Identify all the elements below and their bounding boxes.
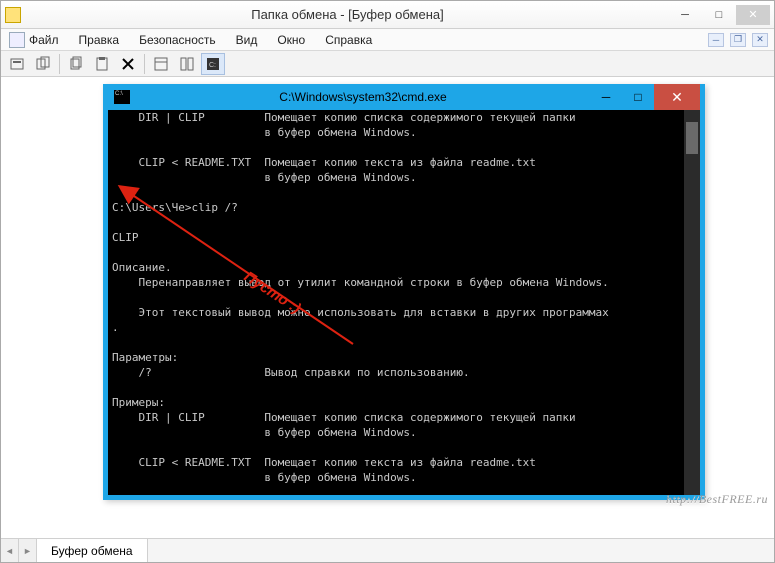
app-titlebar: Папка обмена - [Буфер обмена] ─ □ ✕ [1, 1, 774, 29]
minimize-button[interactable]: ─ [668, 5, 702, 25]
content-area: C:\Windows\system32\cmd.exe ─ □ ✕ DIR | … [1, 78, 774, 537]
scrollbar-thumb[interactable] [686, 122, 698, 154]
toolbar: C: [1, 51, 774, 77]
tab-clipboard[interactable]: Буфер обмена [37, 539, 148, 562]
menu-window[interactable]: Окно [269, 31, 313, 49]
toolbar-view1-button[interactable] [149, 53, 173, 75]
cmd-minimize-button[interactable]: ─ [590, 84, 622, 110]
tab-label: Буфер обмена [51, 544, 133, 558]
file-icon [9, 32, 25, 48]
toolbar-btn-1[interactable] [5, 53, 29, 75]
cmd-scrollbar[interactable] [684, 110, 700, 495]
toolbar-separator [59, 54, 60, 74]
toolbar-view3-button[interactable]: C: [201, 53, 225, 75]
toolbar-copy-button[interactable] [64, 53, 88, 75]
menu-security[interactable]: Безопасность [131, 31, 224, 49]
mdi-close-button[interactable]: ✕ [752, 33, 768, 47]
svg-text:C:: C: [209, 62, 216, 69]
mdi-minimize-button[interactable]: ─ [708, 33, 724, 47]
cmd-title: C:\Windows\system32\cmd.exe [136, 90, 590, 104]
cmd-body[interactable]: DIR | CLIP Помещает копию списка содержи… [108, 110, 700, 495]
cmd-window: C:\Windows\system32\cmd.exe ─ □ ✕ DIR | … [103, 84, 705, 500]
cmd-close-button[interactable]: ✕ [654, 84, 700, 110]
tab-scroll-right-button[interactable]: ► [19, 539, 37, 562]
toolbar-paste-button[interactable] [90, 53, 114, 75]
menu-view[interactable]: Вид [228, 31, 266, 49]
maximize-button[interactable]: □ [702, 5, 736, 25]
menu-help[interactable]: Справка [317, 31, 380, 49]
tab-bar-empty [148, 539, 774, 562]
toolbar-view2-button[interactable] [175, 53, 199, 75]
cmd-titlebar[interactable]: C:\Windows\system32\cmd.exe ─ □ ✕ [108, 84, 700, 110]
cmd-output: DIR | CLIP Помещает копию списка содержи… [112, 110, 696, 495]
tab-bar: ◄ ► Буфер обмена [1, 538, 774, 562]
toolbar-delete-button[interactable] [116, 53, 140, 75]
cmd-icon [114, 90, 130, 104]
mdi-restore-button[interactable]: ❐ [730, 33, 746, 47]
tab-scroll-left-button[interactable]: ◄ [1, 539, 19, 562]
cmd-maximize-button[interactable]: □ [622, 84, 654, 110]
menu-file-label: Файл [29, 33, 59, 47]
menu-edit[interactable]: Правка [71, 31, 128, 49]
menu-file[interactable]: Файл [7, 30, 67, 50]
close-button[interactable]: ✕ [736, 5, 770, 25]
app-icon [5, 7, 21, 23]
toolbar-btn-2[interactable] [31, 53, 55, 75]
watermark: http://BestFREE.ru [666, 492, 768, 507]
toolbar-separator [144, 54, 145, 74]
menubar: Файл Правка Безопасность Вид Окно Справк… [1, 29, 774, 51]
window-title: Папка обмена - [Буфер обмена] [27, 7, 668, 22]
